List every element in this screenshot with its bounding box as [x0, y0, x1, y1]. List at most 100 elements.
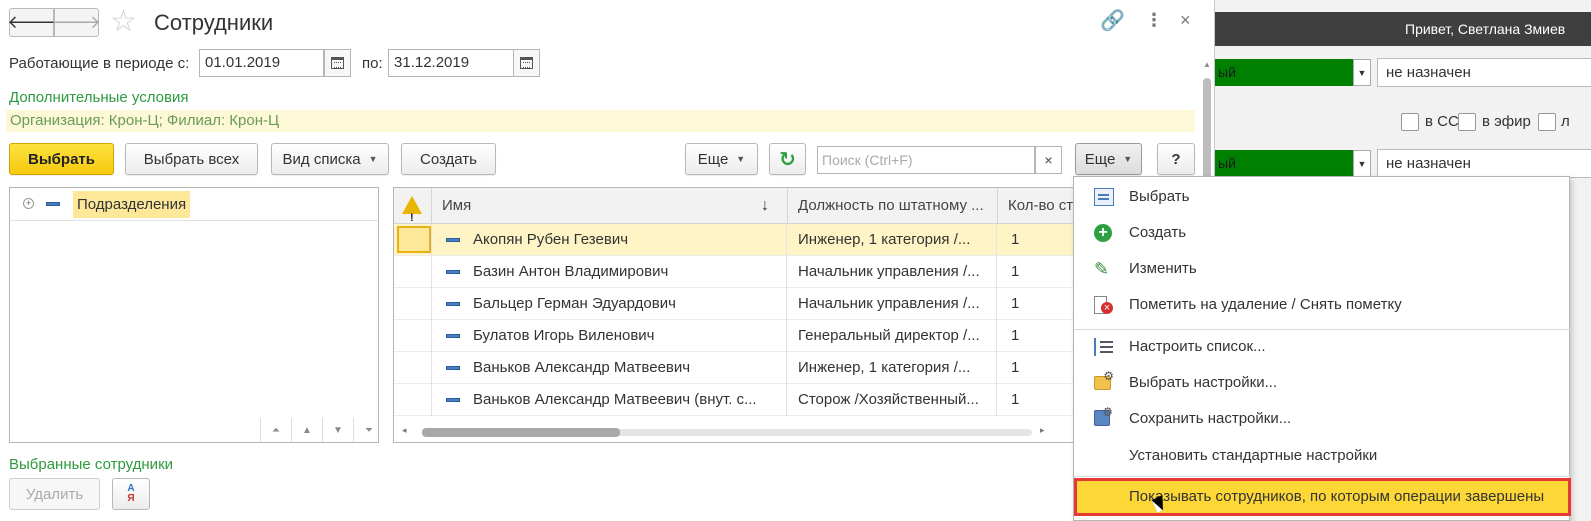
position-cell[interactable]: Начальник управления /... [788, 288, 997, 320]
name-cell[interactable]: Бальцер Герман Эдуардович [432, 288, 787, 320]
column-header-warning[interactable]: ! [394, 188, 432, 224]
filter-summary[interactable]: Организация: Крон-Ц; Филиал: Крон-Ц [6, 110, 1195, 132]
count-cell[interactable]: 1 [998, 320, 1076, 352]
calendar-icon [331, 57, 344, 69]
scroll-up-icon[interactable]: ▲ [1203, 60, 1211, 69]
item-icon [446, 238, 460, 243]
position-cell[interactable]: Начальник управления /... [788, 256, 997, 288]
caret-down-icon: ▼ [736, 154, 746, 164]
row-mark-cell[interactable] [394, 384, 432, 416]
checkbox-cc[interactable] [1401, 113, 1419, 131]
count-cell[interactable]: 1 [998, 224, 1076, 256]
menu-item-edit[interactable]: ✎ Изменить [1074, 251, 1571, 287]
count-cell[interactable]: 1 [998, 256, 1076, 288]
name-cell[interactable]: Базин Антон Владимирович [432, 256, 787, 288]
scroll-right-icon[interactable]: ▸ [1040, 425, 1045, 436]
refresh-button[interactable]: ↻ [769, 143, 806, 175]
extra-conditions-link[interactable]: Дополнительные условия [9, 89, 188, 106]
menu-item-save-settings[interactable]: Сохранить настройки... [1074, 394, 1571, 437]
calendar-to-button[interactable] [513, 49, 540, 77]
close-icon[interactable]: × [1180, 10, 1191, 31]
checkbox-air[interactable] [1458, 113, 1476, 131]
column-header-count[interactable]: Кол-во ст [998, 188, 1076, 224]
employees-form: 🡐 🡒 ☆ Сотрудники 🔗 ⋮ × Работающие в пери… [0, 0, 1215, 521]
move-up-icon[interactable]: ▲ [291, 418, 322, 442]
expand-icon[interactable]: + [23, 198, 34, 209]
menu-item-show-completed[interactable]: Показывать сотрудников, по которым опера… [1074, 478, 1571, 516]
search-input[interactable]: Поиск (Ctrl+F) [817, 146, 1035, 174]
menu-item-mark-delete[interactable]: Пометить на удаление / Снять пометку [1074, 287, 1571, 323]
row-mark-cell[interactable] [394, 320, 432, 352]
background-green-field-2[interactable]: ый [1215, 150, 1353, 177]
position-cell[interactable]: Инженер, 1 категория /... [788, 224, 997, 256]
name-cell[interactable]: Акопян Рубен Гезевич [432, 224, 787, 256]
table-row[interactable]: Булатов Игорь Виленович Генеральный дире… [394, 320, 1076, 352]
table-row[interactable]: Бальцер Герман Эдуардович Начальник упра… [394, 288, 1076, 320]
position-cell[interactable]: Инженер, 1 категория /... [788, 352, 997, 384]
position-cell[interactable]: Сторож /Хозяйственный... [788, 384, 997, 416]
date-from-input[interactable]: 01.01.2019 [199, 49, 324, 77]
name-cell[interactable]: Ваньков Александр Матвеевич (внут. с... [432, 384, 787, 416]
chevron-down-icon[interactable]: ▼ [1353, 59, 1371, 86]
employees-grid[interactable]: ! Имя ↓ Должность по штатному ... Кол-во… [393, 187, 1076, 443]
move-down-icon[interactable]: ▼ [322, 418, 353, 442]
count-cell[interactable]: 1 [998, 352, 1076, 384]
calendar-from-button[interactable] [324, 49, 351, 77]
scroll-left-icon[interactable]: ◂ [402, 425, 407, 436]
table-row[interactable]: Ваньков Александр Матвеевич (внут. с... … [394, 384, 1076, 416]
employee-name: Ваньков Александр Матвеевич (внут. с... [473, 391, 757, 408]
more-button-main[interactable]: Еще ▼ [1075, 143, 1142, 175]
position-cell[interactable]: Генеральный директор /... [788, 320, 997, 352]
period-label: Работающие в периоде с: [9, 55, 190, 72]
help-button[interactable]: ? [1157, 143, 1195, 175]
column-header-position[interactable]: Должность по штатному ... [788, 188, 998, 224]
view-list-button[interactable]: Вид списка ▼ [271, 143, 389, 175]
select-all-button[interactable]: Выбрать всех [125, 143, 258, 175]
forward-button[interactable]: 🡒 [52, 8, 101, 37]
checkbox-l[interactable] [1538, 113, 1556, 131]
row-mark-cell[interactable] [394, 256, 432, 288]
departments-tree[interactable]: + Подразделения ⏶ ▲ ▼ ⏷ [9, 187, 379, 443]
menu-item-choose-settings[interactable]: Выбрать настройки... [1074, 358, 1571, 401]
move-bottom-icon[interactable]: ⏷ [353, 418, 384, 442]
back-button[interactable]: 🡐 [7, 8, 56, 37]
more-button-grid[interactable]: Еще ▼ [685, 143, 758, 175]
star-icon[interactable]: ☆ [110, 6, 137, 38]
menu-item-select[interactable]: Выбрать [1074, 179, 1571, 215]
row-mark-cell[interactable] [394, 352, 432, 384]
more-vertical-icon[interactable]: ⋮ [1145, 10, 1163, 31]
menu-item-configure-list[interactable]: Настроить список... [1074, 329, 1571, 365]
background-green-field[interactable]: ый [1215, 59, 1353, 86]
name-cell[interactable]: Булатов Игорь Виленович [432, 320, 787, 352]
table-row[interactable]: Акопян Рубен Гезевич Инженер, 1 категори… [394, 224, 1076, 256]
move-top-icon[interactable]: ⏶ [260, 418, 291, 442]
horizontal-scrollbar[interactable]: ◂ ▸ [394, 422, 1076, 442]
tree-row[interactable]: + Подразделения [10, 188, 378, 221]
select-button[interactable]: Выбрать [9, 143, 114, 175]
column-header-name[interactable]: Имя [432, 188, 788, 224]
name-cell[interactable]: Ваньков Александр Матвеевич [432, 352, 787, 384]
count-cell[interactable]: 1 [998, 384, 1076, 416]
table-row[interactable]: Ваньков Александр Матвеевич Инженер, 1 к… [394, 352, 1076, 384]
row-mark-cell[interactable] [394, 224, 432, 256]
tree-root-label[interactable]: Подразделения [73, 191, 191, 218]
delete-button[interactable]: Удалить [9, 478, 100, 510]
sort-button[interactable]: АЯ [112, 478, 150, 510]
menu-item-create[interactable]: + Создать [1074, 215, 1571, 251]
checkbox-air-label: в эфир [1482, 113, 1531, 130]
assigned-field-2[interactable]: не назначен [1377, 149, 1591, 178]
plus-icon: + [1094, 224, 1112, 242]
count-cell[interactable]: 1 [998, 288, 1076, 320]
sort-down-icon[interactable]: ↓ [761, 188, 769, 224]
assigned-field-1[interactable]: не назначен [1377, 58, 1591, 87]
search-clear-button[interactable]: × [1035, 146, 1062, 174]
row-mark-cell[interactable] [394, 288, 432, 320]
date-to-input[interactable]: 31.12.2019 [388, 49, 514, 77]
menu-item-default-settings[interactable]: Установить стандартные настройки [1074, 438, 1571, 474]
table-row[interactable]: Базин Антон Владимирович Начальник управ… [394, 256, 1076, 288]
calendar-icon [520, 57, 533, 69]
link-icon[interactable]: 🔗 [1100, 8, 1125, 33]
scroll-thumb[interactable] [422, 428, 620, 437]
create-button[interactable]: Создать [401, 143, 496, 175]
chevron-down-icon[interactable]: ▼ [1353, 150, 1371, 177]
